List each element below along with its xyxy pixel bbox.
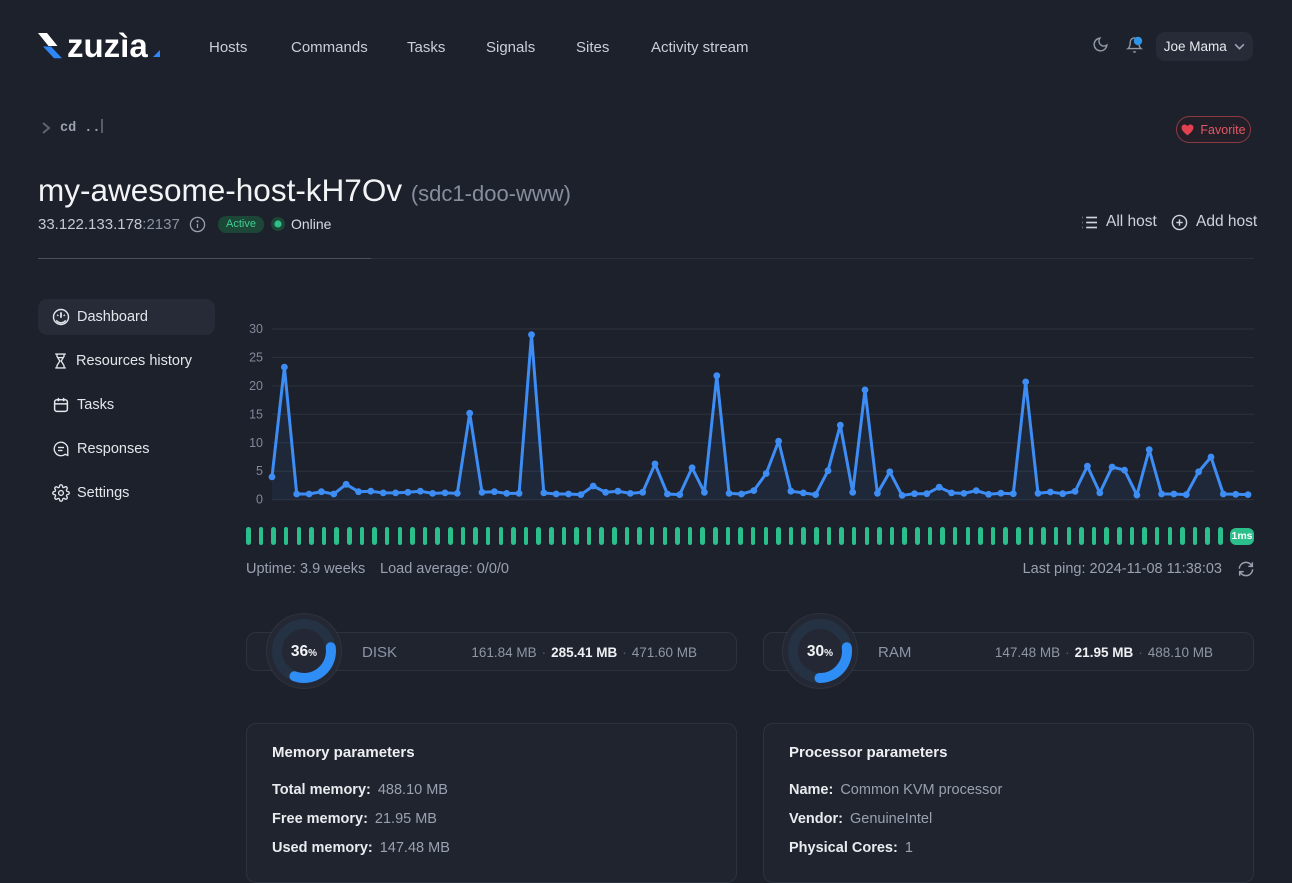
svg-text:30: 30 [249, 322, 263, 336]
svg-text:0: 0 [256, 493, 263, 507]
svg-text:20: 20 [249, 379, 263, 393]
svg-text:zuzìa: zuzìa [67, 27, 148, 64]
svg-text:10: 10 [249, 436, 263, 450]
svg-text:25: 25 [249, 350, 263, 364]
svg-text:5: 5 [256, 464, 263, 478]
svg-text:15: 15 [249, 407, 263, 421]
